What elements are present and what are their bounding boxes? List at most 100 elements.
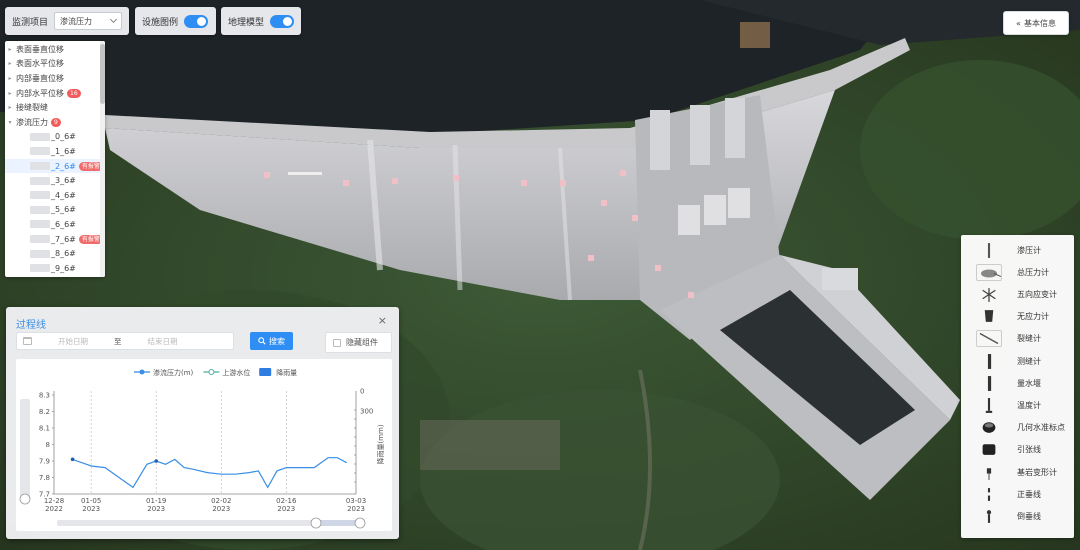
tree-scrollbar[interactable] [100,41,105,277]
y-tick-label-right: 0 [360,388,364,396]
inverted-plumb-icon [976,508,1002,525]
redacted-prefix [30,205,50,214]
leveling-point-icon [976,419,1002,436]
count-badge: 16 [67,88,81,98]
crack-meter-icon [976,330,1002,348]
vertical-zoom-slider [20,399,30,499]
y-tick-label-right: 300 [360,408,373,416]
process-line-dialog: 过程线 × 开始日期 至 结束日期 搜索 隐藏组件 渗流压力(m) 上游水位 降雨量… [6,307,399,539]
y-tick-label-left: 8.2 [39,408,50,416]
double-chevron-left-icon: « [1016,18,1021,28]
terrain-model-toggle-group: 地理模型 [221,7,301,35]
strain-rosette-icon [976,286,1002,303]
hide-components-checkbox[interactable]: 隐藏组件 [325,332,392,353]
horizontal-zoom-window [316,520,360,526]
legend-item-label: 倒垂线 [1017,511,1041,521]
tree-sensor-item[interactable]: _6_6# [5,217,105,232]
facility-legend-toggle[interactable] [184,14,209,28]
series-point [70,457,75,462]
redacted-prefix [30,147,50,156]
tree-sensor-item[interactable]: _1_6# [5,144,105,159]
tree-sensor-item-selected[interactable]: _2_6# 有报警 [5,158,105,174]
redacted-prefix [30,220,50,229]
process-line-chart: 渗流压力(m)上游水位降雨量8.38.28.187.97.87.7渗流压力(m)… [16,359,392,531]
range-separator: 至 [114,336,122,346]
y-axis-right-title: 降雨量(mm) [376,424,385,464]
legend-item: 几何水准标点 [961,418,1074,438]
x-tick-label-date: 03-03 [346,497,366,505]
terrain-model-toggle[interactable] [270,14,294,28]
legend-item-label: 渗压计 [1017,245,1041,255]
basic-info-button[interactable]: « 基本信息 [1003,11,1069,35]
chart-svg: 渗流压力(m)上游水位降雨量8.38.28.187.97.87.7渗流压力(m)… [19,368,385,529]
series-point [154,459,159,463]
tree-category[interactable]: ▸ 表面水平位移 [5,57,105,72]
legend-item-label: 量水堰 [1017,378,1041,388]
series-line [72,457,347,489]
horizontal-zoom-handle-left [310,517,322,529]
facility-legend-label: 设施图例 [142,17,179,28]
total-pressure-icon [976,263,1002,281]
facility-legend-toggle-group: 设施图例 [135,7,216,35]
legend-item: 引张线 [961,440,1074,460]
tree-sensor-item[interactable]: _4_6# [5,188,105,203]
calendar-icon [23,337,32,345]
search-button[interactable]: 搜索 [250,332,293,350]
tension-wire-icon [976,441,1002,458]
plumb-line-icon [976,486,1002,503]
legend-item: 五向应变计 [961,284,1074,304]
monitor-item-select[interactable]: 渗流压力 [54,12,122,30]
instrument-legend-panel: 渗压计 总压力计 五向应变计 无应力计 裂缝计 测缝计 量水堰 温度计 几何水准标点 引张线 基岩变… [961,235,1074,538]
tree-category[interactable]: ▸ 表面垂直位移 [5,42,105,57]
y-tick-label-left: 7.9 [39,458,50,466]
legend-item-label: 正垂线 [1017,489,1041,499]
legend-item: 基岩变形计 [961,462,1074,482]
x-tick-label-year: 2022 [45,505,63,513]
chevron-down-icon [109,15,118,24]
monitoring-tree: ▸ 表面垂直位移 ▸ 表面水平位移 ▸ 内部垂直位移 ▸ 内部水平位移 16 ▸… [5,41,105,277]
tree-sensor-item[interactable]: _3_6# [5,173,105,188]
vertical-zoom-handle [19,493,31,505]
end-date-input[interactable]: 结束日期 [148,336,178,347]
legend-item: 量水堰 [961,373,1074,393]
legend-item-label: 温度计 [1017,400,1041,410]
weir-icon [976,375,1002,392]
basic-info-label: 基本信息 [1023,18,1056,28]
dialog-title: 过程线 [16,320,46,331]
legend-item-label: 几何水准标点 [1017,423,1065,433]
legend-item-label: 引张线 [1017,445,1041,455]
tree-sensor-item[interactable]: _5_6# [5,203,105,218]
tree-category-expanded[interactable]: ▾ 渗流压力 9 [5,115,105,130]
tree-sensor-item[interactable]: _9_6# [5,261,105,276]
tree-category[interactable]: ▸ 接缝裂缝 [5,100,105,115]
date-range-picker[interactable]: 开始日期 至 结束日期 [16,332,234,350]
x-tick-label-date: 02-16 [276,497,297,505]
caret-right-icon: ▸ [8,60,12,68]
y-tick-label-left: 8.1 [39,425,50,433]
tree-scrollbar-thumb[interactable] [100,44,105,104]
caret-right-icon: ▸ [8,74,12,82]
caret-right-icon: ▸ [8,45,12,53]
y-tick-label-left: 7.8 [39,474,50,482]
tree-category[interactable]: ▸ 内部水平位移 16 [5,86,105,101]
tree-sensor-item[interactable]: _8_6# [5,246,105,261]
legend-item: 无应力计 [961,307,1074,327]
x-tick-label-date: 01-05 [81,497,101,505]
legend-hollow-marker [208,369,215,375]
legend-item: 倒垂线 [961,506,1074,526]
legend-item-label: 五向应变计 [1017,289,1057,299]
legend-item-label: 无应力计 [1017,312,1049,322]
legend-dot-marker [139,369,145,375]
monitor-item-label: 监测项目 [12,17,49,28]
legend-item: 裂缝计 [961,329,1074,349]
start-date-input[interactable]: 开始日期 [58,336,88,347]
close-icon[interactable]: × [378,314,387,327]
legend-item: 正垂线 [961,484,1074,504]
caret-right-icon: ▸ [8,104,12,112]
tree-sensor-item[interactable]: _7_6# 有报警 [5,232,105,247]
redacted-prefix [30,132,50,141]
tree-sensor-item[interactable]: _0_6# [5,130,105,145]
tree-category[interactable]: ▸ 内部垂直位移 [5,71,105,86]
x-tick-label-date: 01-19 [146,497,166,505]
x-tick-label-year: 2023 [82,505,100,513]
